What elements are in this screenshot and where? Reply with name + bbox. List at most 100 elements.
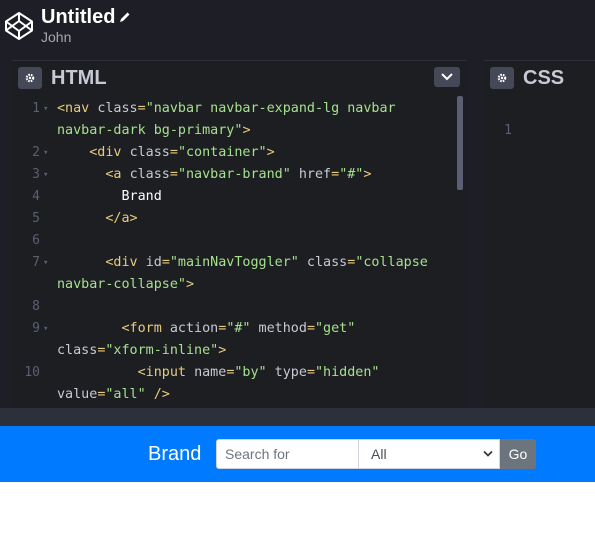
code-token: "hidden" (315, 365, 380, 380)
code-line: 4 Brand (12, 186, 466, 208)
code-text: <form action="#" method="get" (57, 318, 356, 340)
code-token: <input (137, 365, 195, 380)
author-name[interactable]: John (41, 29, 71, 45)
code-line: value="all" /> (12, 384, 466, 406)
gear-icon (497, 73, 507, 83)
code-text: value="all" /> (57, 384, 170, 406)
css-settings-button[interactable] (490, 67, 514, 89)
select-value: All (371, 446, 387, 462)
code-token: <form (121, 321, 170, 336)
chevron-down-icon (483, 450, 493, 457)
code-line: 2 ▾ <div class="container"> (12, 142, 466, 164)
code-token: action (169, 321, 219, 336)
html-pane-title: HTML (51, 67, 107, 89)
code-token: class (298, 255, 348, 270)
fold-toggle-icon[interactable]: ▾ (43, 252, 48, 274)
line-number: 6 (32, 233, 40, 248)
code-token: <div (105, 255, 146, 270)
code-text: <input name="by" type="hidden" (57, 362, 380, 384)
code-line: 5 </a> (12, 208, 466, 230)
fold-toggle-icon[interactable]: ▾ (43, 142, 48, 164)
code-token: = (306, 321, 315, 336)
code-text: Brand (57, 186, 162, 208)
line-number: 1 (504, 123, 512, 138)
code-token: = (169, 145, 178, 160)
search-input[interactable] (216, 439, 359, 469)
code-token: > (363, 167, 372, 182)
css-editor-pane: CSS 1 (484, 60, 595, 410)
line-number: 1 (32, 101, 40, 116)
code-token: "all" (105, 387, 146, 402)
code-token: "xform-inline" (105, 343, 219, 358)
code-text: navbar-collapse"> (57, 274, 194, 296)
html-editor-pane: HTML 1 ▾ <nav class="navbar navbar-expand-… (12, 60, 466, 410)
code-token: value (57, 387, 98, 402)
html-settings-button[interactable] (18, 67, 42, 89)
code-token: "#" (226, 321, 251, 336)
code-token: "container" (177, 145, 267, 160)
line-number: 3 (32, 167, 40, 182)
code-line: class="xform-inline"> (12, 340, 466, 362)
code-token: "by" (234, 365, 267, 380)
code-line: 1 ▾ <nav class="navbar navbar-expand-lg na… (12, 98, 466, 120)
code-token: /> (145, 387, 170, 402)
result-preview: Brand All Go (0, 426, 595, 538)
code-token: class (129, 167, 170, 182)
title-row: Untitled (41, 4, 131, 30)
code-text: </a> (57, 208, 138, 230)
code-token: > (186, 277, 195, 292)
fold-toggle-icon[interactable]: ▾ (43, 98, 48, 120)
code-token: </a> (105, 211, 138, 226)
line-number: 2 (32, 145, 40, 160)
html-code-editor[interactable]: 1 ▾ <nav class="navbar navbar-expand-lg na… (12, 94, 466, 410)
code-token: = (169, 167, 178, 182)
code-token: "#" (339, 167, 364, 182)
code-token: navbar-collapse" (57, 277, 186, 292)
code-line: 10 <input name="by" type="hidden" (12, 362, 466, 384)
go-button[interactable]: Go (500, 439, 536, 469)
gear-icon (25, 73, 35, 83)
codepen-logo-icon[interactable] (4, 11, 34, 41)
code-line: 3 ▾ <a class="navbar-brand" href="#"> (12, 164, 466, 186)
code-text: <div class="container"> (57, 142, 274, 164)
code-token: type (266, 365, 307, 380)
code-token: > (218, 343, 227, 358)
code-token: name (194, 365, 227, 380)
code-line: 8 (12, 296, 466, 318)
code-token: <a (105, 167, 130, 182)
code-token: id (145, 255, 162, 270)
chevron-down-icon (441, 73, 453, 81)
code-text: <a class="navbar-brand" href="#"> (57, 164, 371, 186)
pen-title[interactable]: Untitled (41, 6, 115, 29)
line-number: 8 (32, 299, 40, 314)
code-token: navbar-dark bg-primary" (57, 123, 243, 138)
code-token: = (306, 365, 315, 380)
css-code-editor[interactable]: 1 (484, 94, 595, 410)
code-token: "get" (315, 321, 356, 336)
code-token: class (129, 145, 170, 160)
line-number: 10 (24, 365, 40, 380)
pencil-edit-icon[interactable] (119, 11, 131, 23)
code-token: = (161, 255, 170, 270)
preview-resize-handle[interactable] (0, 408, 595, 426)
editor-area: HTML 1 ▾ <nav class="navbar navbar-expand-… (0, 60, 595, 426)
code-token: Brand (57, 189, 162, 204)
code-token: = (137, 101, 146, 116)
code-token: "navbar navbar-expand-lg navbar (145, 101, 396, 116)
code-token: class (57, 343, 98, 358)
search-scope-select[interactable]: All (358, 439, 500, 469)
fold-toggle-icon[interactable]: ▾ (43, 164, 48, 186)
html-collapse-button[interactable] (434, 67, 460, 87)
line-number: 5 (32, 211, 40, 226)
css-pane-header: CSS (484, 60, 595, 94)
html-pane-header: HTML (12, 60, 466, 94)
code-line: navbar-dark bg-primary"> (12, 120, 466, 142)
line-number: 7 (32, 255, 40, 270)
code-token: "mainNavToggler" (169, 255, 299, 270)
fold-toggle-icon[interactable]: ▾ (43, 318, 48, 340)
navbar-brand-link[interactable]: Brand (148, 441, 201, 467)
line-number: 4 (32, 189, 40, 204)
code-token: <div (89, 145, 130, 160)
